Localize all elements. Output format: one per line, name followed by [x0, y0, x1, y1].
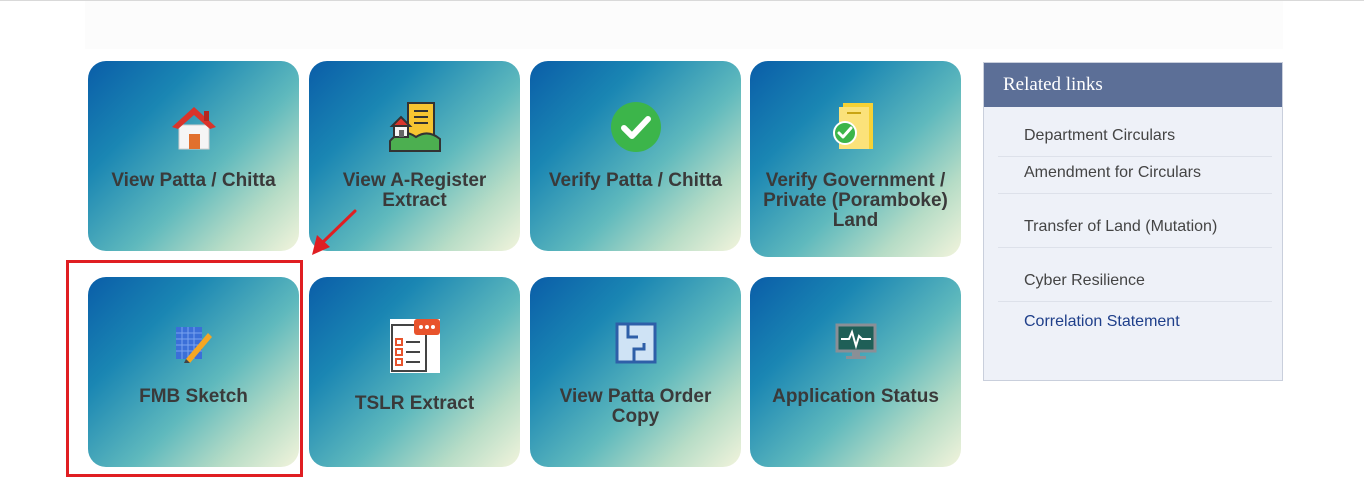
- tile-label: Verify Patta / Chitta: [548, 170, 723, 191]
- tile-label: Application Status: [772, 386, 939, 407]
- tile-verify-government-private-land[interactable]: Verify Government / Private (Poramboke) …: [750, 61, 961, 257]
- related-link-cyber-resilience[interactable]: Cyber Resilience: [998, 272, 1272, 302]
- land-document-icon: [388, 101, 442, 158]
- tile-label: TSLR Extract: [354, 393, 475, 414]
- floor-plan-icon: [614, 321, 658, 370]
- tile-application-status[interactable]: Application Status: [750, 277, 961, 467]
- tile-verify-patta-chitta[interactable]: Verify Patta / Chitta: [530, 61, 741, 251]
- tile-tslr-extract[interactable]: TSLR Extract: [309, 277, 520, 467]
- related-link-department-circulars[interactable]: Department Circulars: [998, 127, 1272, 157]
- header-strip: [85, 1, 1283, 49]
- related-link-amendment-for-circulars[interactable]: Amendment for Circulars: [998, 164, 1272, 194]
- related-link-transfer-of-land[interactable]: Transfer of Land (Mutation): [998, 218, 1272, 248]
- tile-view-patta-chitta[interactable]: View Patta / Chitta: [88, 61, 299, 251]
- highlight-box: [66, 260, 303, 477]
- checklist-icon: [388, 317, 442, 380]
- related-links-panel: Related links Department Circulars Amend…: [983, 62, 1283, 381]
- related-link-correlation-statement[interactable]: Correlation Statement: [998, 313, 1272, 337]
- verified-document-icon: [831, 101, 881, 158]
- house-icon: [170, 105, 218, 156]
- tile-label: View Patta Order Copy: [559, 386, 712, 427]
- tile-view-patta-order-copy[interactable]: View Patta Order Copy: [530, 277, 741, 467]
- tile-label: View Patta / Chitta: [111, 170, 276, 191]
- annotation-arrow: [312, 209, 357, 255]
- green-checkmark-icon: [610, 101, 662, 158]
- tile-label: Verify Government / Private (Poramboke) …: [763, 170, 948, 231]
- monitor-pulse-icon: [835, 323, 877, 366]
- related-links-title: Related links: [984, 63, 1282, 107]
